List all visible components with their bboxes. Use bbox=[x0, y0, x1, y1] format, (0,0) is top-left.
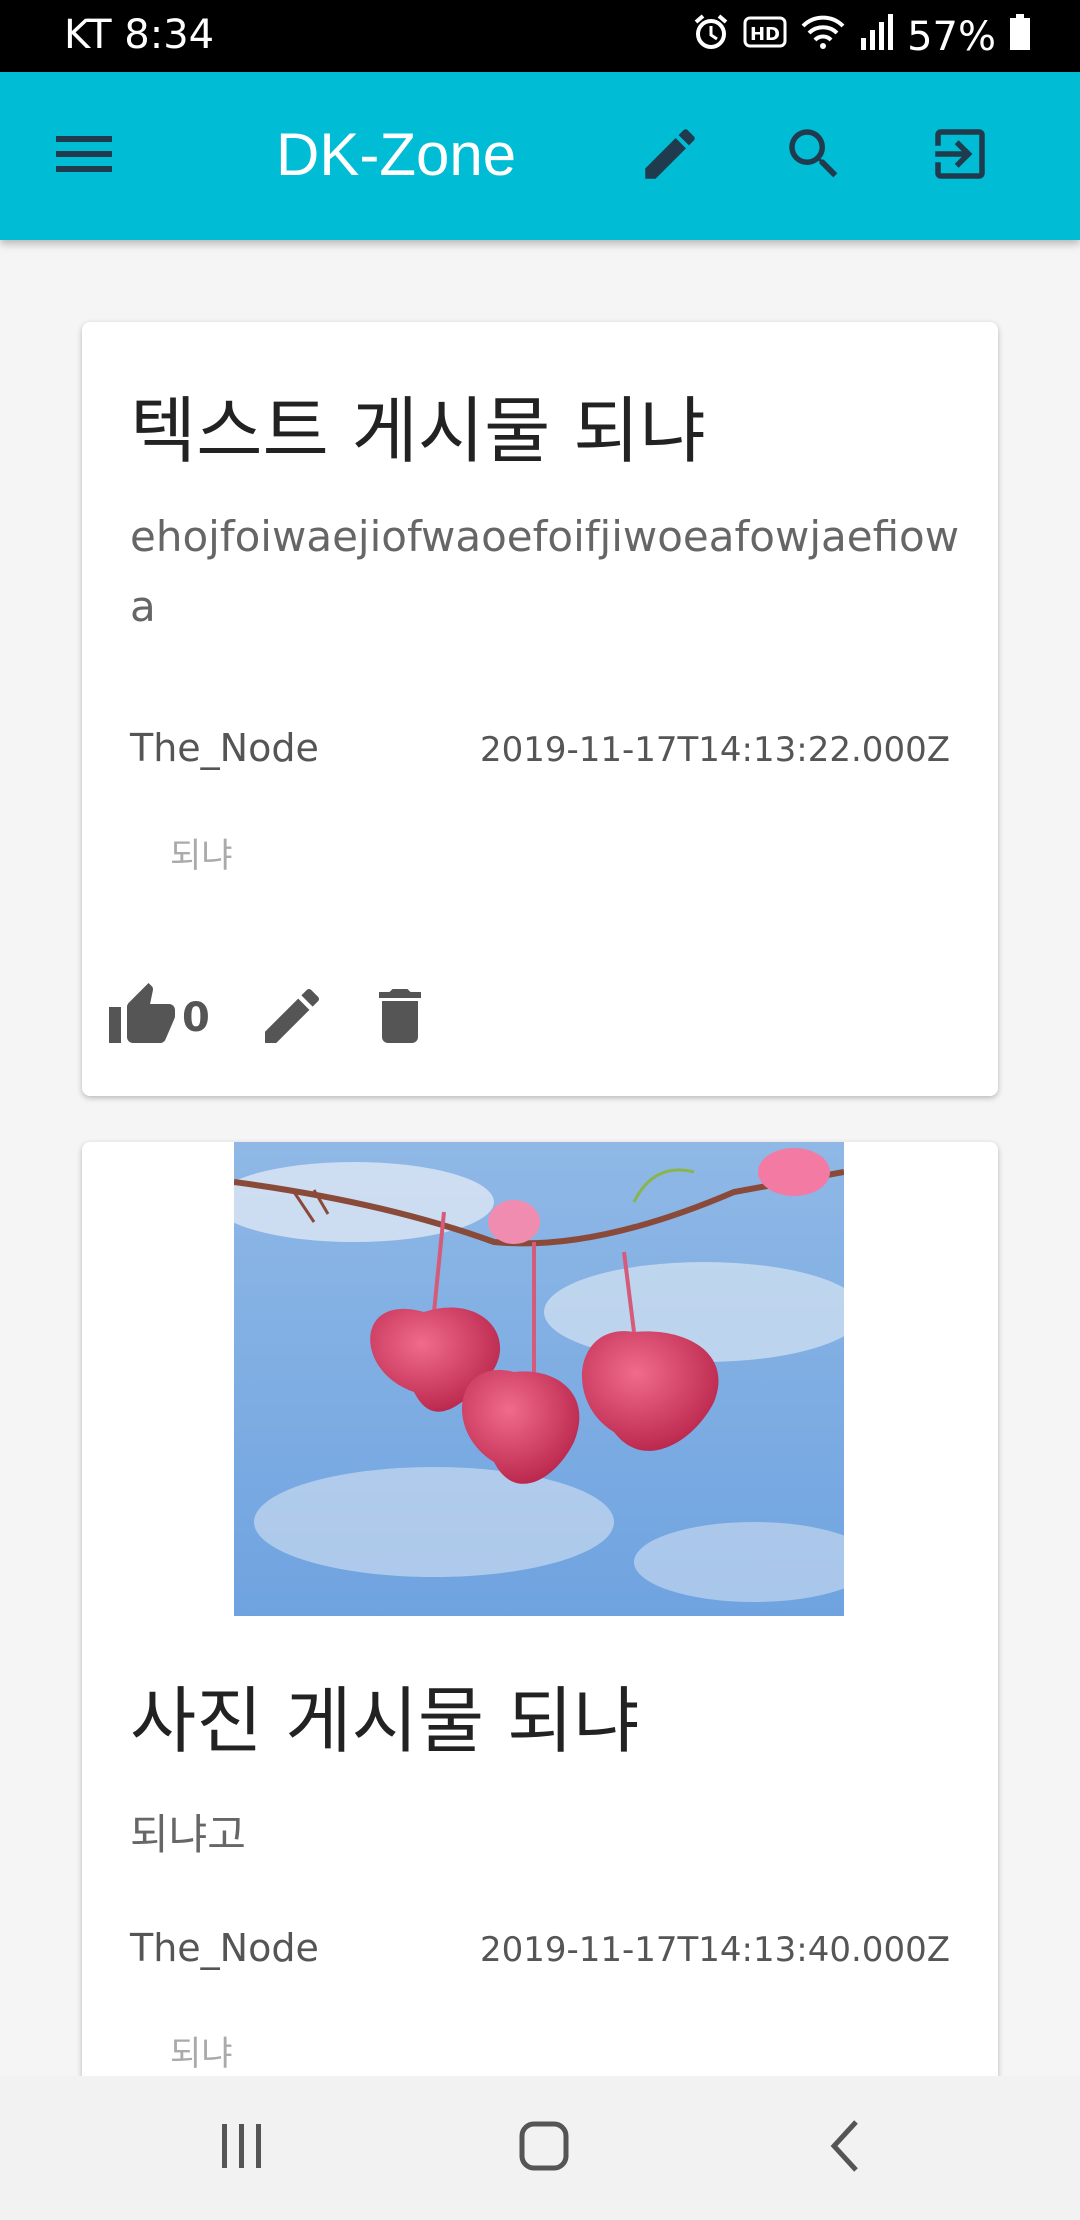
post-card[interactable]: 텍스트 게시물 되냐 ehojfoiwaejiofwaoefoifjiwoeaf… bbox=[82, 322, 998, 1096]
post-author[interactable]: The_Node bbox=[130, 1926, 319, 1970]
post-list[interactable]: 텍스트 게시물 되냐 ehojfoiwaejiofwaoefoifjiwoeaf… bbox=[0, 240, 1080, 2076]
post-card[interactable]: 사진 게시물 되냐 되냐고 The_Node 2019-11-17T14:13:… bbox=[82, 1142, 998, 2076]
search-icon bbox=[781, 121, 847, 191]
carrier-time: KT 8:34 bbox=[64, 12, 215, 58]
like-count: 0 bbox=[182, 995, 210, 1041]
app-title: DK-Zone bbox=[276, 121, 517, 188]
signal-icon bbox=[859, 12, 895, 62]
logout-button[interactable] bbox=[920, 116, 1000, 196]
svg-text:HD: HD bbox=[750, 24, 780, 45]
menu-button[interactable] bbox=[44, 116, 124, 196]
post-author[interactable]: The_Node bbox=[130, 726, 319, 770]
post-title: 사진 게시물 되냐 bbox=[130, 1679, 640, 1763]
post-actions: 0 bbox=[106, 978, 436, 1058]
thumb-up-icon bbox=[106, 980, 178, 1056]
app-bar: DK-Zone bbox=[0, 72, 1080, 240]
home-icon bbox=[518, 2120, 570, 2176]
back-button[interactable] bbox=[806, 2116, 886, 2180]
system-nav-bar bbox=[0, 2076, 1080, 2220]
post-tag[interactable]: 되냐 bbox=[170, 828, 233, 877]
post-photo[interactable] bbox=[214, 1142, 874, 1616]
back-icon bbox=[826, 2118, 866, 2178]
status-icons: HD 57% bbox=[691, 12, 1032, 62]
battery-percent: 57% bbox=[907, 14, 996, 60]
status-bar: KT 8:34 HD 57% bbox=[0, 0, 1080, 72]
logout-icon bbox=[927, 121, 993, 191]
like-button[interactable]: 0 bbox=[106, 978, 210, 1058]
trash-icon bbox=[364, 980, 436, 1056]
pencil-icon bbox=[637, 121, 703, 191]
post-date: 2019-11-17T14:13:22.000Z bbox=[479, 730, 950, 770]
hd-icon: HD bbox=[743, 14, 787, 60]
search-button[interactable] bbox=[774, 116, 854, 196]
recent-apps-button[interactable] bbox=[202, 2116, 282, 2180]
alarm-icon bbox=[691, 12, 731, 62]
home-button[interactable] bbox=[504, 2116, 584, 2180]
battery-icon bbox=[1008, 12, 1032, 62]
post-body: 되냐고 bbox=[130, 1810, 246, 1859]
edit-button[interactable] bbox=[256, 978, 328, 1058]
write-button[interactable] bbox=[630, 116, 710, 196]
post-body: ehojfoiwaejiofwaoefoifjiwoeafowjaefiowa bbox=[130, 512, 960, 631]
delete-button[interactable] bbox=[364, 978, 436, 1058]
wifi-icon bbox=[799, 12, 847, 62]
post-title: 텍스트 게시물 되냐 bbox=[130, 389, 706, 473]
menu-icon bbox=[52, 130, 116, 182]
post-date: 2019-11-17T14:13:40.000Z bbox=[479, 1930, 950, 1970]
post-tag[interactable]: 되냐 bbox=[170, 2026, 233, 2075]
recent-apps-icon bbox=[218, 2120, 266, 2176]
pencil-icon bbox=[256, 980, 328, 1056]
